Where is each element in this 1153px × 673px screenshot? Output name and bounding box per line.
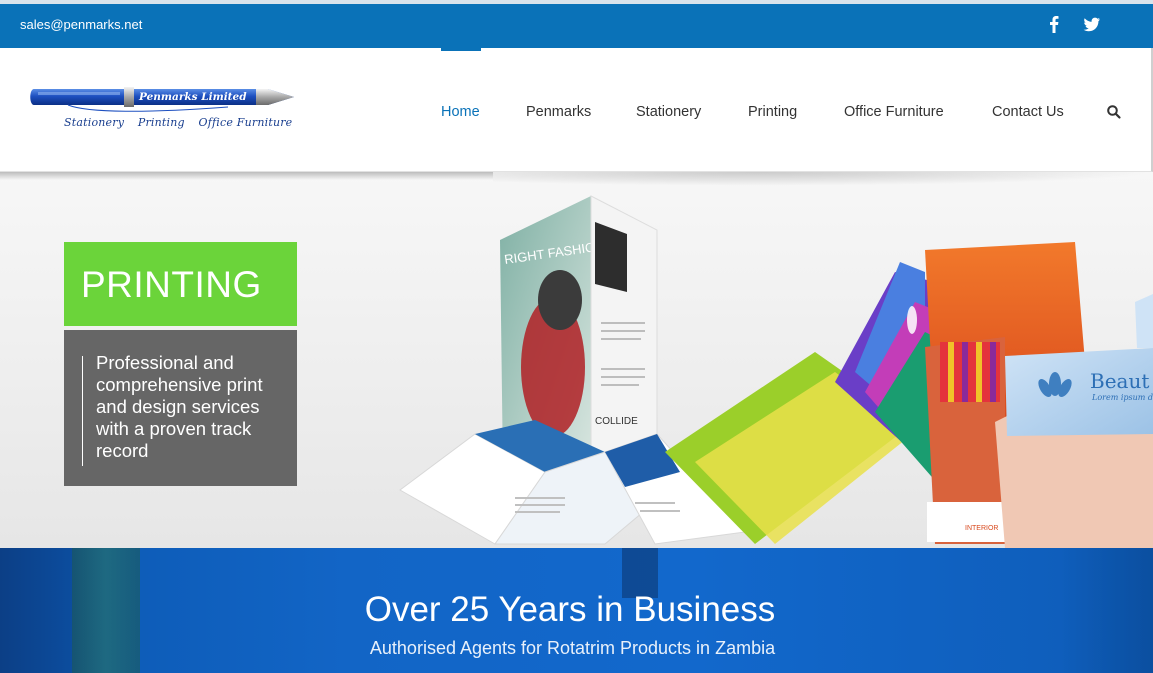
fan-leaf-mark (907, 306, 917, 334)
email-link[interactable]: sales@penmarks.net (20, 17, 142, 32)
main-nav: Home Penmarks Stationery Printing Office… (0, 48, 1153, 172)
twitter-icon[interactable] (1083, 14, 1101, 34)
hero-title-box: PRINTING (64, 242, 297, 326)
card-edge (1135, 294, 1153, 348)
fashion-model-hair (538, 270, 582, 330)
striped-chair (940, 342, 1000, 402)
nav-item-office-furniture[interactable]: Office Furniture (844, 104, 944, 120)
hero-slider: PRINTING Professional and comprehensive … (0, 172, 1153, 548)
site-header: Penmarks Limited Stationery Printing Off… (0, 48, 1153, 172)
hero-description-box: Professional and comprehensive print and… (64, 330, 297, 486)
interior-label: INTERIOR (965, 525, 998, 532)
nav-active-indicator (441, 48, 481, 51)
banner-title: Over 25 Years in Business (364, 590, 776, 629)
hero-description-rule (82, 356, 83, 466)
brochure-collide-text: COLLIDE (595, 416, 638, 427)
search-icon[interactable] (1106, 104, 1122, 120)
nav-item-printing[interactable]: Printing (748, 104, 797, 120)
card-title-text: Beaut (1090, 369, 1149, 393)
nav-item-penmarks[interactable]: Penmarks (526, 104, 591, 120)
nav-item-stationery[interactable]: Stationery (636, 104, 701, 120)
hero-brochures-image: RIGHT FASHION STORE COLLIDE INTERIOR Bea… (399, 195, 1153, 548)
social-links (1045, 14, 1101, 34)
brochure-bag-photo (595, 222, 627, 292)
top-bar: sales@penmarks.net (0, 0, 1153, 48)
banner-subtitle: Authorised Agents for Rotatrim Products … (369, 638, 776, 658)
card-subtitle-text: Lorem ipsum d (1091, 393, 1153, 402)
nav-item-home[interactable]: Home (441, 104, 480, 120)
hero-description: Professional and comprehensive print and… (96, 352, 263, 461)
interior-label-panel (927, 502, 1007, 542)
nav-item-contact-us[interactable]: Contact Us (992, 104, 1064, 120)
feature-banner: Over 25 Years in Business Authorised Age… (0, 548, 1153, 673)
hero-title: PRINTING (81, 264, 262, 305)
facebook-icon[interactable] (1045, 14, 1063, 34)
